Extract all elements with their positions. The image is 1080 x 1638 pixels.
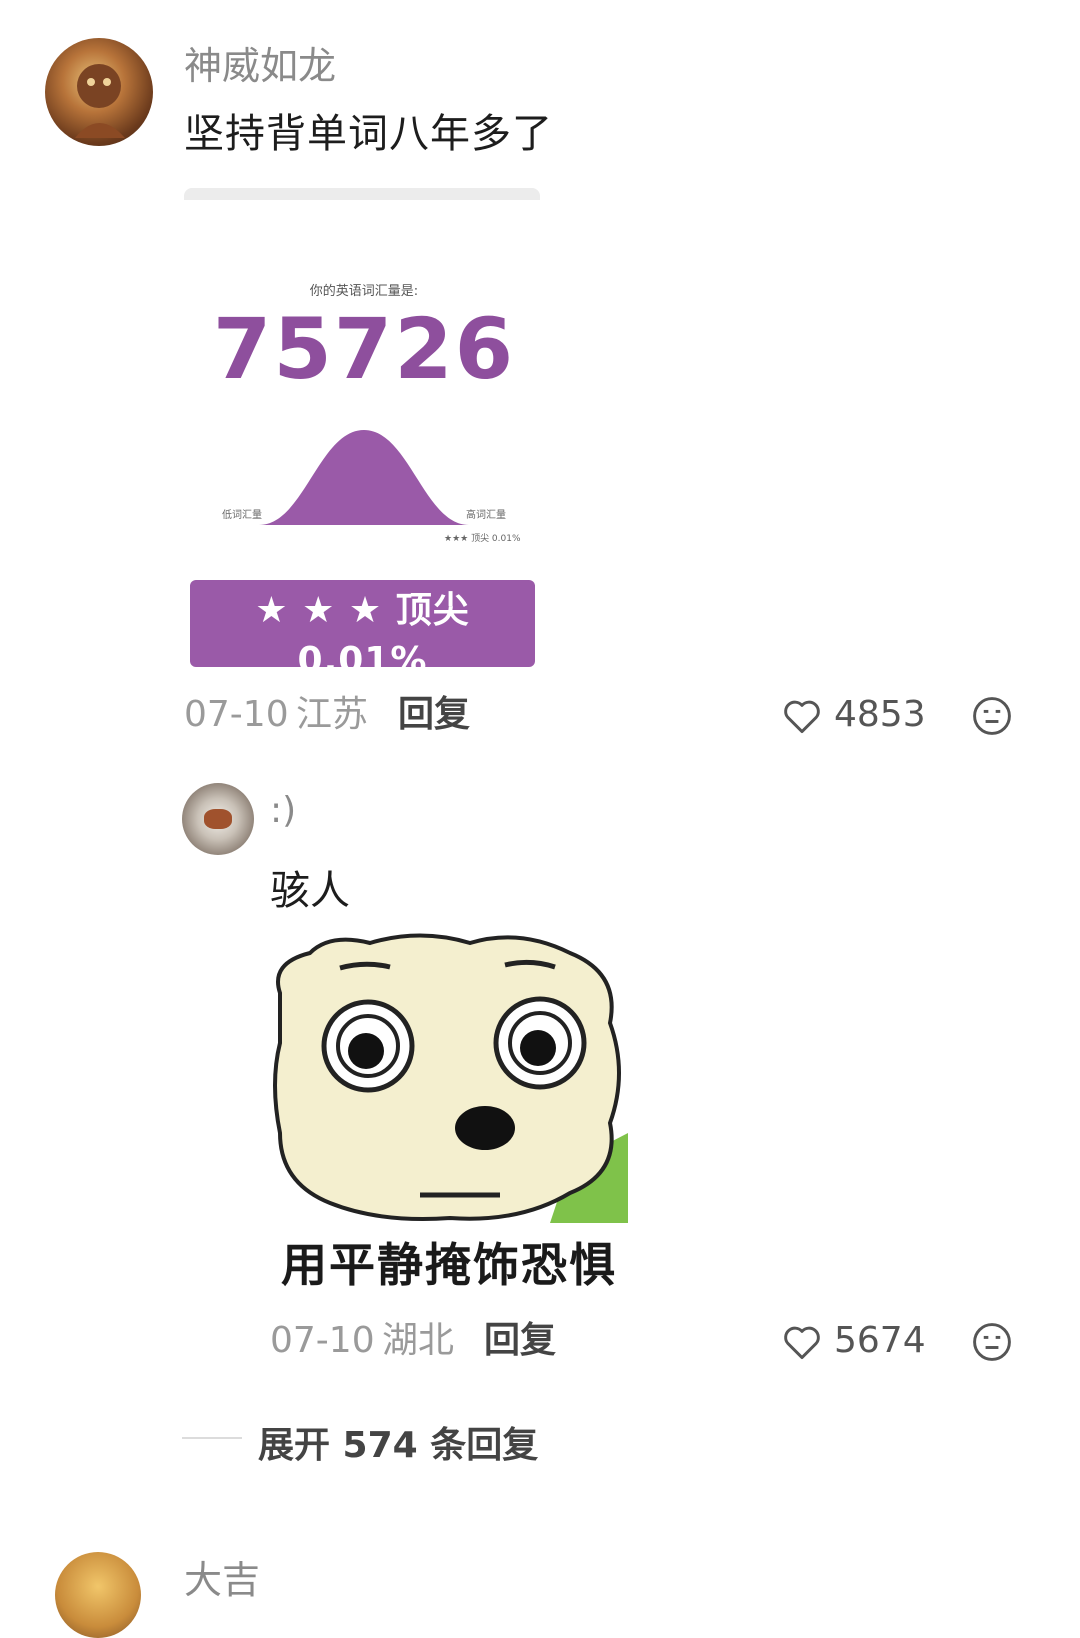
heart-outline-icon[interactable]: [780, 1320, 824, 1364]
vocab-number: 75726: [212, 300, 516, 398]
low-vocab-label: 低词汇量: [222, 508, 262, 521]
next-comment-avatar[interactable]: [55, 1552, 141, 1638]
next-comment-username[interactable]: 大吉: [184, 1556, 260, 1604]
comment-date: 07-10: [184, 694, 289, 735]
vocab-caption: 你的英语词汇量是:: [309, 284, 419, 299]
reply-button[interactable]: 回复: [398, 693, 470, 737]
vocab-result-image[interactable]: 你的英语词汇量是: 75726 低词汇量 高词汇量 ★★★ 顶尖 0.01% ★…: [184, 200, 544, 717]
rank-title: ★ ★ ★ 顶尖 0.01%: [255, 590, 470, 681]
marker-label: ★★★ 顶尖 0.01%: [444, 532, 521, 544]
rank-badge: ★ ★ ★ 顶尖 0.01% 你的词汇量相当于一位阅尽世间百态的中年美国人的水平…: [190, 580, 535, 717]
distribution-curve: 低词汇量 高词汇量 ★★★ 顶尖 0.01%: [222, 430, 521, 544]
reply-username[interactable]: :): [270, 790, 296, 831]
comment-username[interactable]: 神威如龙: [184, 42, 336, 90]
image-card-top-edge: [184, 188, 540, 200]
meme-caption: 用平静掩饰恐惧: [281, 1238, 617, 1292]
comment-text: 坚持背单词八年多了: [184, 111, 553, 157]
expand-divider: [182, 1437, 242, 1439]
comment-location: 江苏: [296, 694, 369, 735]
heart-outline-icon[interactable]: [780, 694, 824, 738]
reply-avatar[interactable]: [182, 783, 254, 855]
like-count: 4853: [834, 694, 926, 735]
reply-location: 湖北: [382, 1320, 455, 1361]
user-avatar[interactable]: [45, 38, 153, 146]
reply-reply-button[interactable]: 回复: [484, 1319, 556, 1363]
high-vocab-label: 高词汇量: [466, 508, 506, 521]
reply-like-count: 5674: [834, 1320, 926, 1361]
reply-date: 07-10: [270, 1320, 375, 1361]
expand-replies-button[interactable]: 展开 574 条回复: [258, 1416, 538, 1468]
neutral-face-icon[interactable]: [970, 1320, 1014, 1364]
reply-text: 骇人: [270, 868, 350, 914]
neutral-face-icon[interactable]: [970, 694, 1014, 738]
reply-meme-image[interactable]: 用平静掩饰恐惧: [270, 933, 628, 1293]
